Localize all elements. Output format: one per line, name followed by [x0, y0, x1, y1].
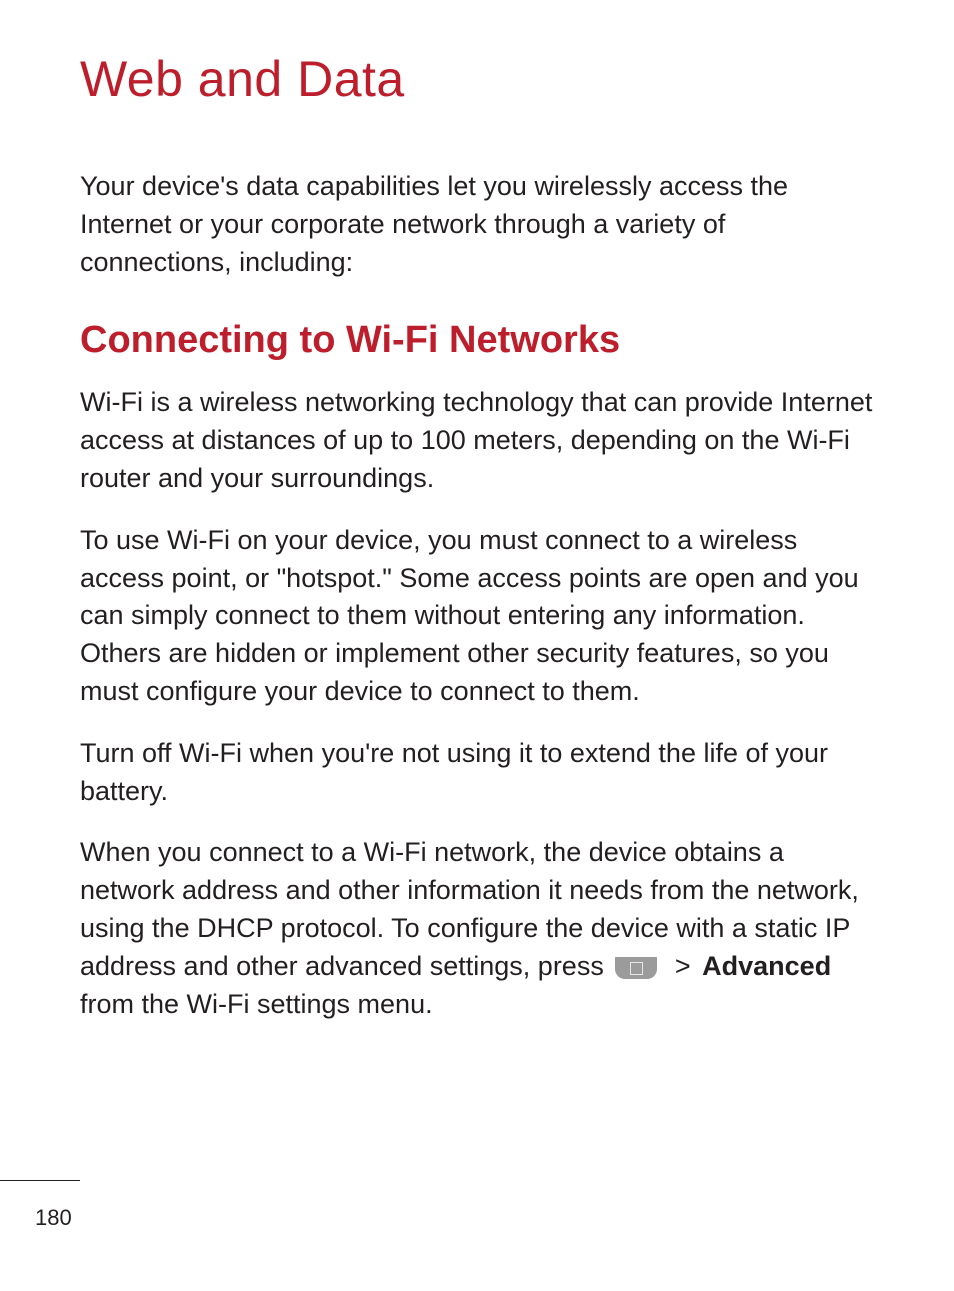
body-paragraph-1: Wi-Fi is a wireless networking technolog…: [80, 384, 874, 497]
footer-divider: [0, 1180, 80, 1181]
body-paragraph-2: To use Wi-Fi on your device, you must co…: [80, 522, 874, 711]
menu-key-icon: [615, 957, 657, 979]
greater-than-symbol: >: [675, 951, 691, 981]
section-title: Connecting to Wi-Fi Networks: [80, 319, 874, 362]
document-page: Web and Data Your device's data capabili…: [0, 0, 954, 1023]
intro-paragraph: Your device's data capabilities let you …: [80, 168, 874, 281]
body-paragraph-4: When you connect to a Wi-Fi network, the…: [80, 834, 874, 1023]
p4-text-post: from the Wi-Fi settings menu.: [80, 989, 433, 1019]
chapter-title: Web and Data: [80, 50, 874, 108]
advanced-label: Advanced: [702, 951, 831, 981]
body-paragraph-3: Turn off Wi-Fi when you're not using it …: [80, 735, 874, 811]
page-number: 180: [35, 1205, 72, 1231]
